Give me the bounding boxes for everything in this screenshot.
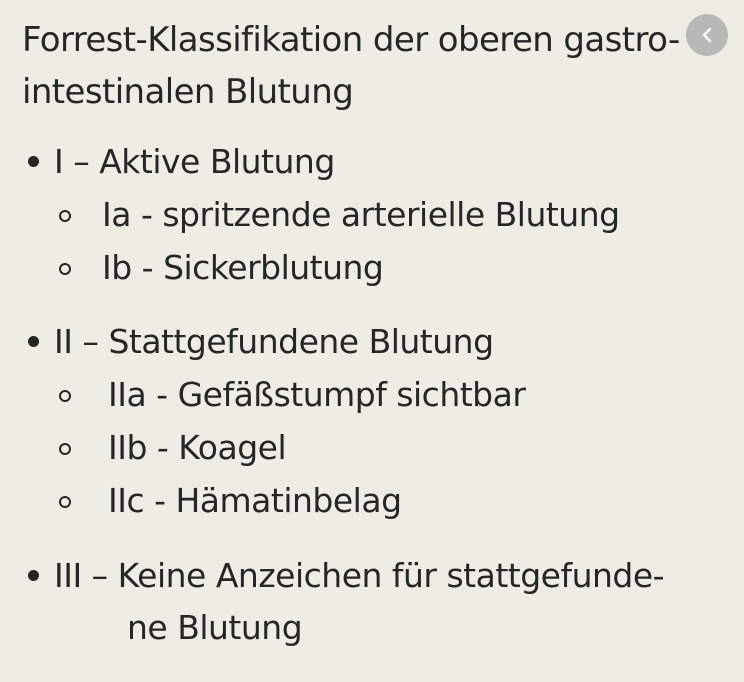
- sub-bullet: [59, 496, 71, 508]
- sub-bullet: [59, 390, 71, 402]
- bullet: [28, 336, 39, 347]
- list-item-ii: II – Stattgefundene Blutung: [54, 322, 494, 361]
- sub-bullet: [59, 210, 71, 222]
- list-item-iic: IIc - Hämatinbelag: [108, 481, 402, 520]
- list-item-ib: Ib - Sickerblutung: [102, 248, 384, 287]
- bullet: [28, 570, 39, 581]
- list-item-iii: III – Keine Anzeichen für stattgefunde-: [54, 556, 665, 595]
- page-title: Forrest-Klassifikation der oberen gastro…: [22, 14, 722, 118]
- title-line-1: Forrest-Klassifikation der oberen gastro…: [22, 20, 680, 60]
- title-line-2: intestinalen Blutung: [22, 72, 354, 112]
- list-item-iii-continuation: ne Blutung: [127, 608, 303, 647]
- document-page: Forrest-Klassifikation der oberen gastro…: [0, 0, 744, 682]
- list-item-i: I – Aktive Blutung: [54, 142, 335, 181]
- sub-bullet: [59, 443, 71, 455]
- list-item-iia: IIa - Gefäßstumpf sichtbar: [108, 375, 526, 414]
- list-item-ia: Ia - spritzende arterielle Blutung: [102, 195, 620, 234]
- back-button[interactable]: [686, 14, 728, 56]
- sub-bullet: [59, 263, 71, 275]
- bullet: [28, 156, 39, 167]
- list-item-iib: IIb - Koagel: [108, 428, 287, 467]
- chevron-left-icon: [702, 27, 712, 43]
